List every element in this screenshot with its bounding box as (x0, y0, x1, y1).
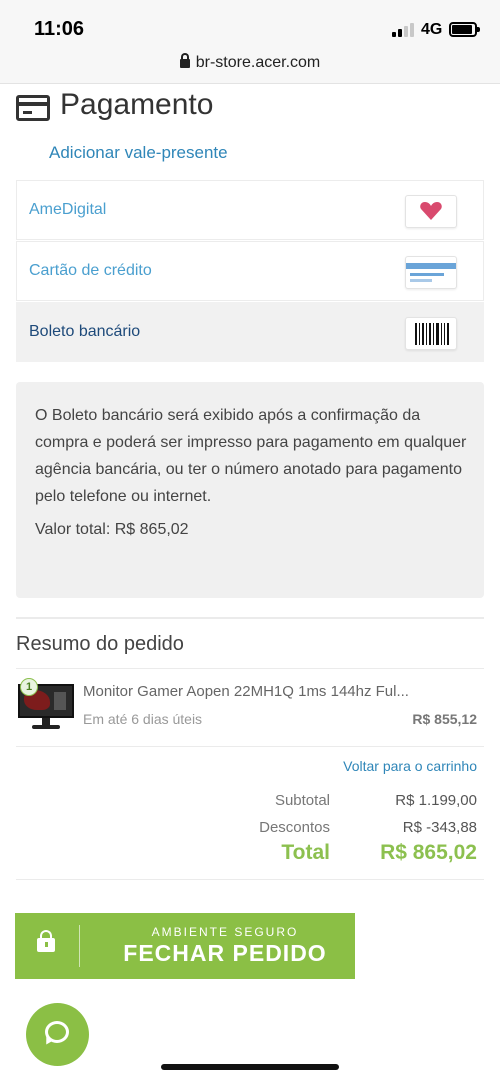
button-separator (79, 925, 80, 967)
checkout-button-label: FECHAR PEDIDO (123, 940, 327, 966)
subtotal-value: R$ 1.199,00 (395, 792, 477, 809)
payment-option-boleto[interactable]: Boleto bancário (16, 302, 484, 362)
total-value: R$ 865,02 (380, 841, 477, 864)
boleto-info-box: O Boleto bancário será exibido após a co… (16, 382, 484, 598)
payment-option-label: Boleto bancário (29, 323, 141, 340)
divider (16, 879, 484, 880)
boleto-total: Valor total: R$ 865,02 (35, 521, 189, 538)
payment-option-label: Cartão de crédito (29, 262, 152, 279)
boleto-info-text: O Boleto bancário será exibido após a co… (35, 407, 467, 505)
status-time: 11:06 (34, 18, 85, 40)
secure-environment-label: AMBIENTE SEGURO (151, 925, 299, 939)
product-delivery-time: Em até 6 dias úteis (83, 711, 203, 727)
padlock-icon (37, 930, 55, 952)
url-display[interactable]: br-store.acer.com (0, 53, 500, 72)
url-bar[interactable]: br-store.acer.com (0, 44, 500, 84)
payment-option-amedigital[interactable]: AmeDigital (16, 180, 484, 240)
chat-button[interactable] (26, 1003, 89, 1066)
payment-option-credit-card[interactable]: Cartão de crédito (16, 241, 484, 301)
home-indicator[interactable] (161, 1064, 339, 1070)
status-bar: 11:06 4G (0, 0, 500, 44)
barcode-icon (405, 317, 457, 350)
credit-card-icon (16, 95, 50, 121)
page-title: Pagamento (60, 88, 214, 121)
chat-bubble-icon (45, 1021, 69, 1043)
divider (16, 668, 484, 669)
product-price: R$ 855,12 (412, 711, 477, 727)
signal-icon (392, 23, 414, 37)
product-name: Monitor Gamer Aopen 22MH1Q 1ms 144hz Ful… (83, 683, 409, 700)
payment-option-label: AmeDigital (29, 201, 107, 218)
credit-card-icon (405, 256, 457, 289)
quantity-badge: 1 (20, 678, 38, 696)
add-gift-card-link[interactable]: Adicionar vale-presente (49, 143, 228, 163)
total-label: Total (281, 841, 330, 864)
discount-label: Descontos (259, 819, 330, 836)
checkout-button[interactable]: AMBIENTE SEGURO FECHAR PEDIDO (15, 913, 355, 979)
back-to-cart-link[interactable]: Voltar para o carrinho (343, 758, 477, 774)
divider (16, 617, 484, 619)
divider (16, 746, 484, 747)
order-summary-title: Resumo do pedido (16, 633, 184, 655)
network-type: 4G (421, 21, 443, 38)
lock-icon (179, 53, 190, 68)
subtotal-label: Subtotal (274, 792, 330, 809)
discount-value: R$ -343,88 (402, 819, 477, 836)
battery-icon (449, 22, 480, 37)
ame-logo (405, 195, 457, 228)
url-text: br-store.acer.com (195, 54, 321, 71)
heart-icon (420, 202, 442, 220)
